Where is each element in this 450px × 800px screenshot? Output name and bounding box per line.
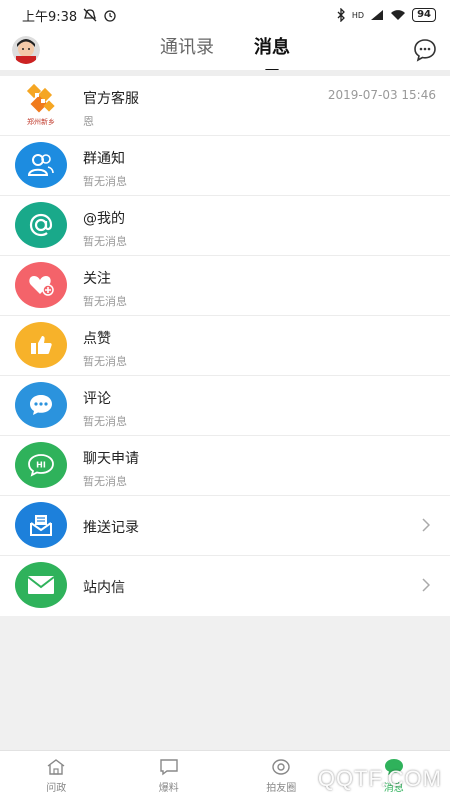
network-label: HD <box>351 10 365 20</box>
item-title: 官方客服 <box>83 91 139 107</box>
item-title: 聊天申请 <box>83 451 139 467</box>
alarm-icon <box>104 10 116 22</box>
service-logo-icon: 郑州新乡 <box>15 82 67 128</box>
item-title: 点赞 <box>83 331 111 347</box>
heart-plus-icon <box>15 262 67 308</box>
service-logo-text: 郑州新乡 <box>27 117 55 126</box>
tab-messages[interactable]: 消息 <box>254 30 290 72</box>
battery-icon: 94 <box>412 8 436 22</box>
chevron-right-icon <box>422 578 430 592</box>
item-subtitle: 暂无消息 <box>83 295 127 308</box>
nav-label: 问政 <box>46 782 67 794</box>
item-title: 群通知 <box>83 151 125 167</box>
nav-item-baoliao[interactable]: 爆料 <box>113 751 226 800</box>
thumbs-up-icon <box>15 322 67 368</box>
header: 通讯录 消息 <box>0 30 450 72</box>
status-time: 上午9:38 <box>22 9 78 25</box>
list-item-likes[interactable]: 点赞 暂无消息 <box>0 316 450 376</box>
chat-bubble-icon[interactable] <box>412 37 438 63</box>
signal-icon <box>371 10 384 20</box>
item-subtitle: 暂无消息 <box>83 475 127 488</box>
nav-label: 爆料 <box>158 782 179 794</box>
report-icon <box>160 758 178 775</box>
at-icon <box>15 202 67 248</box>
item-subtitle: 暂无消息 <box>83 235 127 248</box>
status-bar: 上午9:38 HD 94 <box>0 0 450 30</box>
item-title: @我的 <box>83 211 125 227</box>
item-subtitle: 暂无消息 <box>83 175 127 188</box>
list-item-inbox-mail[interactable]: 站内信 <box>0 556 450 616</box>
hi-chat-icon: HI <box>15 442 67 488</box>
bluetooth-icon <box>337 8 345 22</box>
wifi-icon <box>391 10 406 20</box>
item-subtitle: 暂无消息 <box>83 415 127 428</box>
nav-label: 拍友圈 <box>266 782 297 794</box>
list-item-follow[interactable]: 关注 暂无消息 <box>0 256 450 316</box>
message-list: 郑州新乡 官方客服 恩 2019-07-03 15:46 群通知 暂无消息 @我… <box>0 76 450 616</box>
comment-icon <box>15 382 67 428</box>
item-title: 站内信 <box>83 580 125 596</box>
tab-bar: 通讯录 消息 <box>0 30 450 72</box>
list-item-comments[interactable]: 评论 暂无消息 <box>0 376 450 436</box>
item-title: 推送记录 <box>83 520 139 536</box>
list-item-chat-request[interactable]: HI 聊天申请 暂无消息 <box>0 436 450 496</box>
list-item-mentions[interactable]: @我的 暂无消息 <box>0 196 450 256</box>
watermark: QQTF.COM <box>317 766 442 791</box>
home-icon <box>47 758 65 775</box>
nav-item-wenzheng[interactable]: 问政 <box>0 751 113 800</box>
list-item-official-service[interactable]: 郑州新乡 官方客服 恩 2019-07-03 15:46 <box>0 76 450 136</box>
mute-icon <box>83 8 97 22</box>
list-item-group-notice[interactable]: 群通知 暂无消息 <box>0 136 450 196</box>
mail-icon <box>15 562 67 608</box>
item-timestamp: 2019-07-03 15:46 <box>327 88 436 102</box>
hi-label: HI <box>36 461 46 470</box>
item-subtitle: 恩 <box>83 115 94 128</box>
inbox-icon <box>15 502 67 548</box>
item-title: 评论 <box>83 391 111 407</box>
group-icon <box>15 142 67 188</box>
chevron-right-icon <box>422 518 430 532</box>
camera-circle-icon <box>272 758 290 775</box>
list-item-push-records[interactable]: 推送记录 <box>0 496 450 556</box>
item-subtitle: 暂无消息 <box>83 355 127 368</box>
item-title: 关注 <box>83 271 111 287</box>
tab-contacts[interactable]: 通讯录 <box>160 30 214 70</box>
